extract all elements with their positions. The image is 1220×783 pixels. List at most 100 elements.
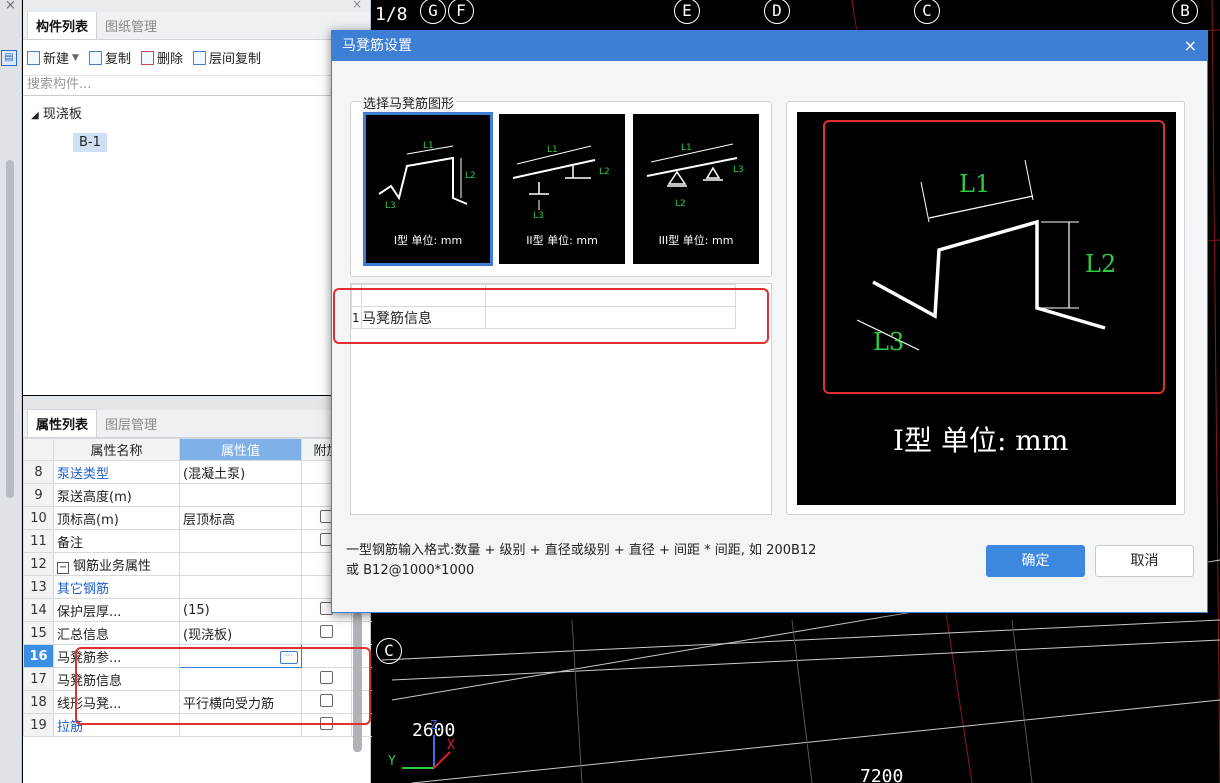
property-value-cell[interactable] <box>179 575 302 599</box>
row-number: 19 <box>23 713 54 737</box>
table-row[interactable]: 15 汇总信息 (现浇板) <box>23 621 374 645</box>
property-value: (15) <box>183 602 210 618</box>
table-row[interactable]: 8 泵送类型 (混凝土泵) <box>23 460 374 484</box>
delete-icon <box>140 50 154 65</box>
property-value-cell[interactable] <box>179 483 302 507</box>
svg-text:L2: L2 <box>675 199 686 209</box>
component-tree: ◢ 现浇板 B-1 <box>23 96 370 152</box>
svg-text:L1: L1 <box>681 143 692 153</box>
row-number: 14 <box>23 598 54 622</box>
row-number: 18 <box>23 690 54 714</box>
svg-text:L1: L1 <box>547 145 558 155</box>
svg-text:L2: L2 <box>599 167 610 177</box>
floor-copy-button[interactable]: 层间复制 <box>192 48 261 67</box>
input-format-hint: 一型钢筋输入格式:数量 + 级别 + 直径或级别 + 直径 + 间距 * 间距,… <box>346 541 816 581</box>
tab-component-list[interactable]: 构件列表 <box>27 11 98 39</box>
layout-icon[interactable]: ▤ <box>1 50 17 66</box>
shape-type-3-thumb[interactable]: L1 L3 L2 III型 单位: mm <box>633 114 759 264</box>
property-name: 钢筋业务属性 <box>73 558 152 574</box>
property-value-cell[interactable]: (现浇板) <box>179 621 302 645</box>
close-icon[interactable]: × <box>5 0 16 13</box>
copy-icon <box>88 50 102 65</box>
row-number: 11 <box>23 529 54 553</box>
header-blank <box>23 438 54 461</box>
highlight-box-grid <box>333 288 769 344</box>
scale-text: 1/8 <box>375 4 408 25</box>
attach-checkbox[interactable] <box>320 624 333 638</box>
property-value-cell[interactable] <box>179 529 302 553</box>
chevron-down-icon[interactable]: ▼ <box>72 53 79 63</box>
delete-label: 删除 <box>156 52 183 67</box>
property-name: 泵送类型 <box>57 466 110 482</box>
tree-node-slab[interactable]: ◢ 现浇板 <box>23 102 370 129</box>
ok-button[interactable]: 确定 <box>986 545 1085 577</box>
property-value: (现浇板) <box>183 627 233 643</box>
property-name-cell: 备注 <box>53 529 180 553</box>
property-name: 备注 <box>57 535 84 551</box>
component-toolbar: 新建 ▼ 复制 删除 层间复制 <box>23 40 370 76</box>
row-number: 9 <box>23 483 54 507</box>
property-name-cell: 保护层厚... <box>53 598 180 622</box>
property-name: 其它钢筋 <box>57 581 110 597</box>
collapse-icon[interactable]: − <box>57 561 69 574</box>
highlight-box-properties <box>75 647 371 725</box>
property-value: (混凝土泵) <box>183 466 246 482</box>
dialog-title: 马凳筋设置 <box>342 38 412 54</box>
panel-header-strip <box>23 396 370 410</box>
property-name: 保护层厚... <box>57 604 122 620</box>
group-label: 选择马凳筋图形 <box>361 93 457 112</box>
component-list-panel: × 构件列表 图纸管理 新建 ▼ 复制 删除 层间复制 搜索构件... ◢ 现浇板… <box>23 0 371 395</box>
delete-button[interactable]: 删除 <box>140 48 183 67</box>
cancel-button[interactable]: 取消 <box>1095 545 1194 577</box>
floor-copy-icon <box>192 50 206 65</box>
property-value: 层顶标高 <box>183 512 236 528</box>
new-button[interactable]: 新建 ▼ <box>27 48 79 67</box>
shape-type-3-caption: III型 单位: mm <box>658 234 734 247</box>
property-name-cell: 顶标高(m) <box>53 506 180 530</box>
tab-property-list[interactable]: 属性列表 <box>27 409 98 437</box>
close-icon[interactable]: × <box>352 0 362 11</box>
table-row[interactable]: 12− 钢筋业务属性 <box>23 552 374 576</box>
left-toolstrip: × ▤ <box>0 0 22 783</box>
table-row[interactable]: 10 顶标高(m) 层顶标高 <box>23 506 374 530</box>
property-value-cell[interactable]: 层顶标高 <box>179 506 302 530</box>
row-number: 10 <box>23 506 54 530</box>
tab-layer-management[interactable]: 图层管理 <box>97 410 165 437</box>
property-value-cell[interactable] <box>179 552 302 576</box>
expand-triangle-icon[interactable]: ◢ <box>31 110 39 121</box>
property-value-cell[interactable]: (混凝土泵) <box>179 460 302 484</box>
highlight-box-preview <box>823 120 1165 394</box>
property-name: 泵送高度(m) <box>57 489 132 505</box>
row-number: 17 <box>23 667 54 691</box>
property-tabs: 属性列表 图层管理 <box>23 409 370 438</box>
copy-button[interactable]: 复制 <box>88 48 131 67</box>
new-label: 新建 <box>43 52 70 67</box>
shape-select-group: 选择马凳筋图形 L1 L2 L3 I型 单位: mm L1 L3 L2 II型 … <box>350 93 772 277</box>
table-row[interactable]: 11 备注 <box>23 529 374 553</box>
search-input[interactable]: 搜索构件... <box>23 76 370 96</box>
shape-type-2-thumb[interactable]: L1 L3 L2 II型 单位: mm <box>499 114 625 264</box>
shape-preview: L1 L2 L3 I型 单位: mm <box>786 101 1185 515</box>
shape-type-1-thumb[interactable]: L1 L2 L3 I型 单位: mm <box>363 112 493 266</box>
preview-caption: I型 单位: mm <box>893 424 1068 457</box>
row-number: 8 <box>23 460 54 484</box>
table-row[interactable]: 13 其它钢筋 <box>23 575 374 599</box>
axis-marker-left: C <box>376 638 402 664</box>
table-row[interactable]: 14 保护层厚... (15) <box>23 598 374 622</box>
dialog-titlebar: 马凳筋设置 × <box>332 31 1207 61</box>
row-number: 16 <box>23 644 54 668</box>
shape-type-1-caption: I型 单位: mm <box>393 234 463 247</box>
property-value-cell[interactable]: (15) <box>179 598 302 622</box>
property-name-cell: − 钢筋业务属性 <box>53 552 180 576</box>
tree-node-b1[interactable]: B-1 <box>73 133 107 152</box>
table-row[interactable]: 9 泵送高度(m) <box>23 483 374 507</box>
property-name: 顶标高(m) <box>57 512 119 528</box>
close-icon[interactable]: × <box>1184 31 1197 61</box>
row-number: 12 <box>23 552 54 576</box>
shape-type-2-icon: L1 L3 L2 <box>512 145 610 221</box>
left-scrollbar[interactable] <box>6 160 14 498</box>
hint-line-1: 一型钢筋输入格式:数量 + 级别 + 直径或级别 + 直径 + 间距 * 间距,… <box>346 543 817 558</box>
hint-line-2: 或 B12@1000*1000 <box>346 563 475 578</box>
new-icon <box>27 50 40 65</box>
tab-drawing-management[interactable]: 图纸管理 <box>97 12 165 39</box>
